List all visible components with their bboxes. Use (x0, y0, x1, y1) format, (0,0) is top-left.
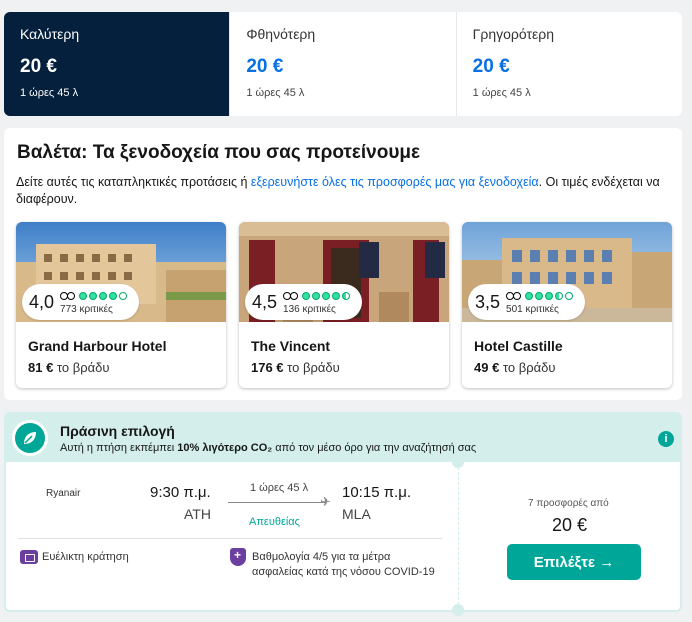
rating-dot-icon (565, 291, 574, 300)
tab-duration: 1 ώρες 45 λ (246, 87, 305, 99)
airline-logo: Ryanair (46, 488, 81, 499)
hotel-price: 81 € το βράδυ (28, 360, 109, 375)
rating-value: 4,5 (252, 291, 278, 312)
hotels-description: Δείτε αυτές τις καταπληκτικές προτάσεις … (16, 174, 666, 208)
review-count: 501 κριτικές (506, 303, 559, 315)
tab-duration: 1 ώρες 45 λ (20, 87, 79, 99)
covid-safety-rating: Βαθμολογία 4/5 για τα μέτρα ασφαλείας κα… (252, 551, 435, 578)
hotels-panel: Βαλέτα: Τα ξενοδοχεία που σας προτείνουμ… (4, 128, 682, 400)
rating-dot-icon (109, 291, 118, 300)
rating-dot-icon (545, 291, 554, 300)
flight-details: Ryanair 9:30 π.μ. ATH 1 ώρες 45 λ ✈ Απευ… (6, 462, 458, 610)
tripadvisor-icon (60, 291, 76, 301)
hotel-name: The Vincent (251, 338, 331, 354)
tab-fastest[interactable]: Γρηγορότερη 20 € 1 ώρες 45 λ (457, 12, 682, 116)
rating-dot-icon (99, 291, 108, 300)
price-value: 49 € (474, 360, 500, 375)
tab-price: 20 € (246, 56, 284, 77)
rating-dot-icon (525, 291, 534, 300)
price-per: το βράδυ (56, 360, 110, 375)
review-count: 773 κριτικές (60, 303, 113, 315)
ticket-notch (452, 456, 464, 468)
price-value: 81 € (28, 360, 54, 375)
price-per: το βράδυ (287, 360, 340, 375)
rating-value: 4,0 (29, 291, 55, 312)
hotel-card-castille[interactable]: 3,5 501 κριτικές Hotel Castille 49 € το … (462, 222, 672, 388)
stops-label: Απευθείας (249, 516, 300, 528)
rating-badge: 3,5 501 κριτικές (468, 284, 586, 320)
ticket-icon (20, 550, 38, 564)
rating-dot-icon (332, 291, 341, 300)
green-title: Πράσινη επιλογή (60, 423, 175, 439)
tripadvisor-rating (506, 290, 574, 302)
plane-icon: ✈ (320, 494, 331, 509)
rating-dot-icon (535, 291, 544, 300)
desc-text: Δείτε αυτές τις καταπληκτικές προτάσεις … (16, 175, 251, 189)
tripadvisor-rating (60, 290, 128, 302)
arrival-time: 10:15 π.μ. (342, 484, 412, 501)
ticket-notch (452, 604, 464, 616)
tab-price: 20 € (20, 56, 57, 77)
rating-dot-icon (322, 291, 331, 300)
hotel-photo: 3,5 501 κριτικές (462, 222, 672, 322)
review-count: 136 κριτικές (283, 303, 336, 315)
tripadvisor-rating (283, 290, 351, 302)
price-value: 176 € (251, 360, 284, 375)
rating-badge: 4,5 136 κριτικές (245, 284, 363, 320)
rating-badge: 4,0 773 κριτικές (22, 284, 140, 320)
flight-card[interactable]: Ryanair 9:30 π.μ. ATH 1 ώρες 45 λ ✈ Απευ… (4, 456, 682, 616)
rating-dot-icon (89, 291, 98, 300)
select-button[interactable]: Επιλέξτε → (507, 544, 641, 580)
hotel-name: Hotel Castille (474, 338, 563, 354)
co2-highlight: 10% λιγότερο CO₂ (177, 442, 273, 454)
divider (18, 538, 442, 539)
tab-label: Φθηνότερη (246, 26, 316, 42)
rating-dot-icon (79, 291, 88, 300)
tab-best[interactable]: Καλύτερη 20 € 1 ώρες 45 λ (4, 12, 231, 116)
price-per: το βράδυ (502, 360, 556, 375)
rating-dot-icon (555, 291, 564, 300)
rating-dot-icon (302, 291, 311, 300)
tab-cheapest[interactable]: Φθηνότερη 20 € 1 ώρες 45 λ (230, 12, 457, 116)
shield-icon (230, 548, 246, 566)
leaf-icon (12, 420, 48, 456)
tripadvisor-icon (283, 291, 299, 301)
desc-text: από τον μέσο όρο για την αναζήτησή σας (272, 442, 477, 454)
departure-airport: ATH (184, 506, 211, 522)
rating-dot-icon (342, 291, 351, 300)
explore-hotels-link[interactable]: εξερευνήστε όλες τις προσφορές μας για ξ… (251, 175, 539, 189)
ticket-divider (458, 462, 459, 610)
desc-text: Αυτή η πτήση εκπέμπει (60, 442, 178, 454)
green-description: Αυτή η πτήση εκπέμπει 10% λιγότερο CO₂ α… (60, 442, 476, 454)
rating-dot-icon (119, 291, 128, 300)
hotel-price: 49 € το βράδυ (474, 360, 555, 375)
arrival-airport: MLA (342, 506, 371, 522)
hotels-title: Βαλέτα: Τα ξενοδοχεία που σας προτείνουμ… (17, 142, 421, 163)
flight-duration: 1 ώρες 45 λ (250, 482, 309, 494)
green-choice-banner: Πράσινη επιλογή Αυτή η πτήση εκπέμπει 10… (4, 412, 682, 468)
rating-dot-icon (312, 291, 321, 300)
flight-price: 20 € (552, 515, 588, 535)
hotel-photo: 4,0 773 κριτικές (16, 222, 226, 322)
tripadvisor-icon (506, 291, 522, 301)
sort-tabs: Καλύτερη 20 € 1 ώρες 45 λ Φθηνότερη 20 €… (4, 12, 682, 116)
hotel-photo: 4,5 136 κριτικές (239, 222, 449, 322)
rating-value: 3,5 (475, 291, 501, 312)
tab-label: Γρηγορότερη (472, 26, 554, 42)
offers-count: 7 προσφορές από (528, 498, 609, 509)
info-icon[interactable]: i (658, 431, 674, 447)
flexible-booking-label: Ευέλικτη κράτηση (42, 551, 129, 563)
hotel-name: Grand Harbour Hotel (28, 338, 167, 354)
hotel-cards: 4,0 773 κριτικές Grand Harbour Hotel 81 … (16, 222, 672, 388)
hotel-price: 176 € το βράδυ (251, 360, 340, 375)
departure-time: 9:30 π.μ. (150, 484, 211, 501)
tab-price: 20 € (472, 56, 510, 77)
hotel-card-the-vincent[interactable]: 4,5 136 κριτικές The Vincent 176 € το βρ… (239, 222, 449, 388)
tab-duration: 1 ώρες 45 λ (472, 87, 531, 99)
hotel-card-grand-harbour[interactable]: 4,0 773 κριτικές Grand Harbour Hotel 81 … (16, 222, 226, 388)
tab-label: Καλύτερη (20, 26, 80, 42)
route-line (228, 502, 326, 503)
